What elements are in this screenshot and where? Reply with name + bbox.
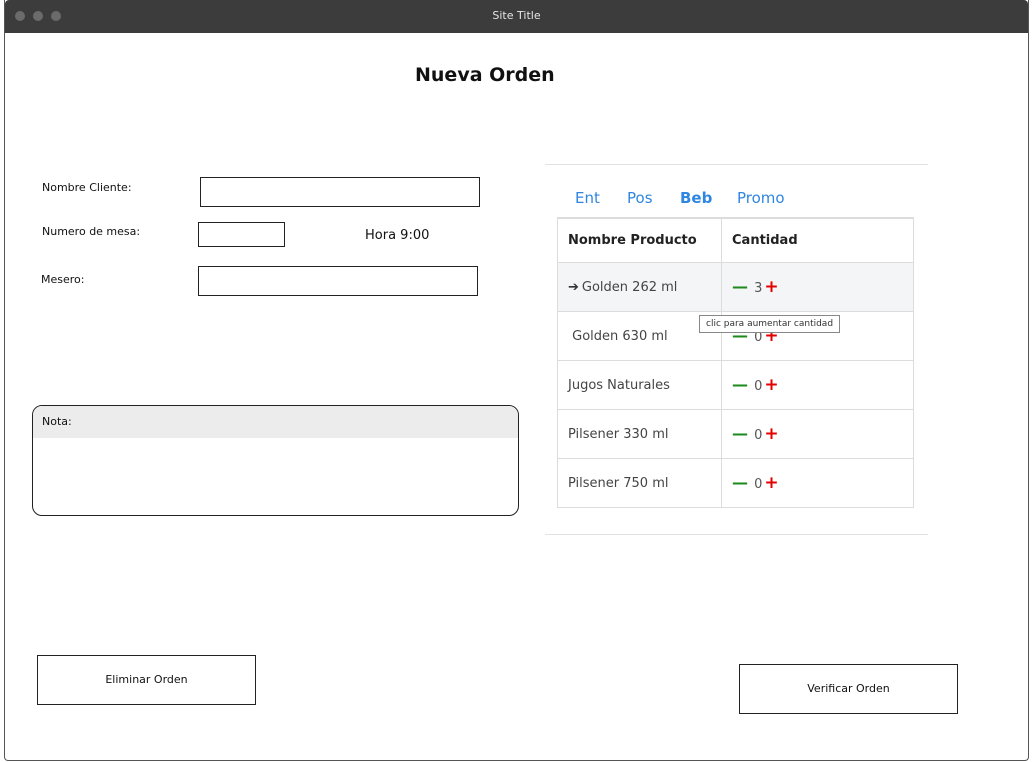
tab-pos[interactable]: Pos bbox=[627, 189, 653, 207]
product-name: Pilsener 330 ml bbox=[568, 426, 669, 442]
mesa-label: Numero de mesa: bbox=[42, 225, 141, 238]
tab-promo[interactable]: Promo bbox=[737, 189, 785, 207]
quantity-value: 0 bbox=[754, 379, 763, 394]
nota-label: Nota: bbox=[33, 406, 518, 438]
mesero-label: Mesero: bbox=[41, 273, 85, 286]
cliente-input[interactable] bbox=[200, 177, 480, 207]
divider-top bbox=[545, 164, 928, 165]
minus-icon[interactable]: — bbox=[732, 375, 748, 394]
quantity-cell: — 3 + bbox=[721, 262, 914, 312]
product-name: Golden 630 ml bbox=[572, 328, 668, 344]
mesero-input[interactable] bbox=[198, 266, 478, 296]
verificar-orden-button[interactable]: Verificar Orden bbox=[739, 664, 958, 714]
mesa-input[interactable] bbox=[198, 222, 285, 247]
column-header-cantidad: Cantidad bbox=[721, 217, 914, 263]
minus-icon[interactable]: — bbox=[732, 277, 748, 296]
quantity-cell: — 0 + bbox=[721, 360, 914, 410]
table-row[interactable]: Pilsener 750 ml — 0 + bbox=[557, 458, 914, 508]
product-name-cell: Pilsener 750 ml bbox=[557, 458, 722, 508]
table-row[interactable]: Jugos Naturales — 0 + bbox=[557, 360, 914, 410]
product-table: Nombre Producto Cantidad ➔ Golden 262 ml … bbox=[557, 217, 914, 508]
quantity-cell: — 0 + bbox=[721, 409, 914, 459]
product-name-cell: Golden 630 ml bbox=[557, 311, 722, 361]
nota-panel[interactable]: Nota: bbox=[32, 405, 519, 516]
minus-icon[interactable]: — bbox=[732, 424, 748, 443]
cliente-label: Nombre Cliente: bbox=[42, 181, 132, 194]
product-name: Golden 262 ml bbox=[581, 279, 678, 295]
quantity-cell: — 0 + bbox=[721, 458, 914, 508]
arrow-right-icon: ➔ bbox=[568, 279, 579, 295]
plus-icon[interactable]: + bbox=[764, 277, 778, 297]
tooltip: clic para aumentar cantidad bbox=[699, 315, 841, 333]
plus-icon[interactable]: + bbox=[764, 424, 778, 444]
quantity-value: 3 bbox=[754, 281, 763, 296]
minus-icon[interactable]: — bbox=[732, 473, 748, 492]
product-name: Jugos Naturales bbox=[568, 377, 670, 393]
column-header-producto: Nombre Producto bbox=[557, 217, 722, 263]
plus-icon[interactable]: + bbox=[764, 375, 778, 395]
quantity-value: 0 bbox=[754, 428, 763, 443]
table-row[interactable]: Pilsener 330 ml — 0 + bbox=[557, 409, 914, 459]
product-name-cell: Jugos Naturales bbox=[557, 360, 722, 410]
divider-bottom bbox=[545, 534, 928, 535]
window-title: Site Title bbox=[492, 9, 541, 22]
product-name-cell: ➔ Golden 262 ml bbox=[557, 262, 722, 312]
table-row[interactable]: ➔ Golden 262 ml — 3 + bbox=[557, 262, 914, 312]
plus-icon[interactable]: + bbox=[764, 473, 778, 493]
eliminar-orden-button[interactable]: Eliminar Orden bbox=[37, 655, 256, 705]
tab-beb[interactable]: Beb bbox=[680, 189, 712, 207]
page-title: Nueva Orden bbox=[415, 64, 555, 86]
hora-text: Hora 9:00 bbox=[365, 228, 430, 243]
product-name-cell: Pilsener 330 ml bbox=[557, 409, 722, 459]
tab-ent[interactable]: Ent bbox=[575, 189, 600, 207]
title-bar: Site Title bbox=[5, 0, 1028, 33]
product-name: Pilsener 750 ml bbox=[568, 475, 669, 491]
quantity-value: 0 bbox=[754, 477, 763, 492]
